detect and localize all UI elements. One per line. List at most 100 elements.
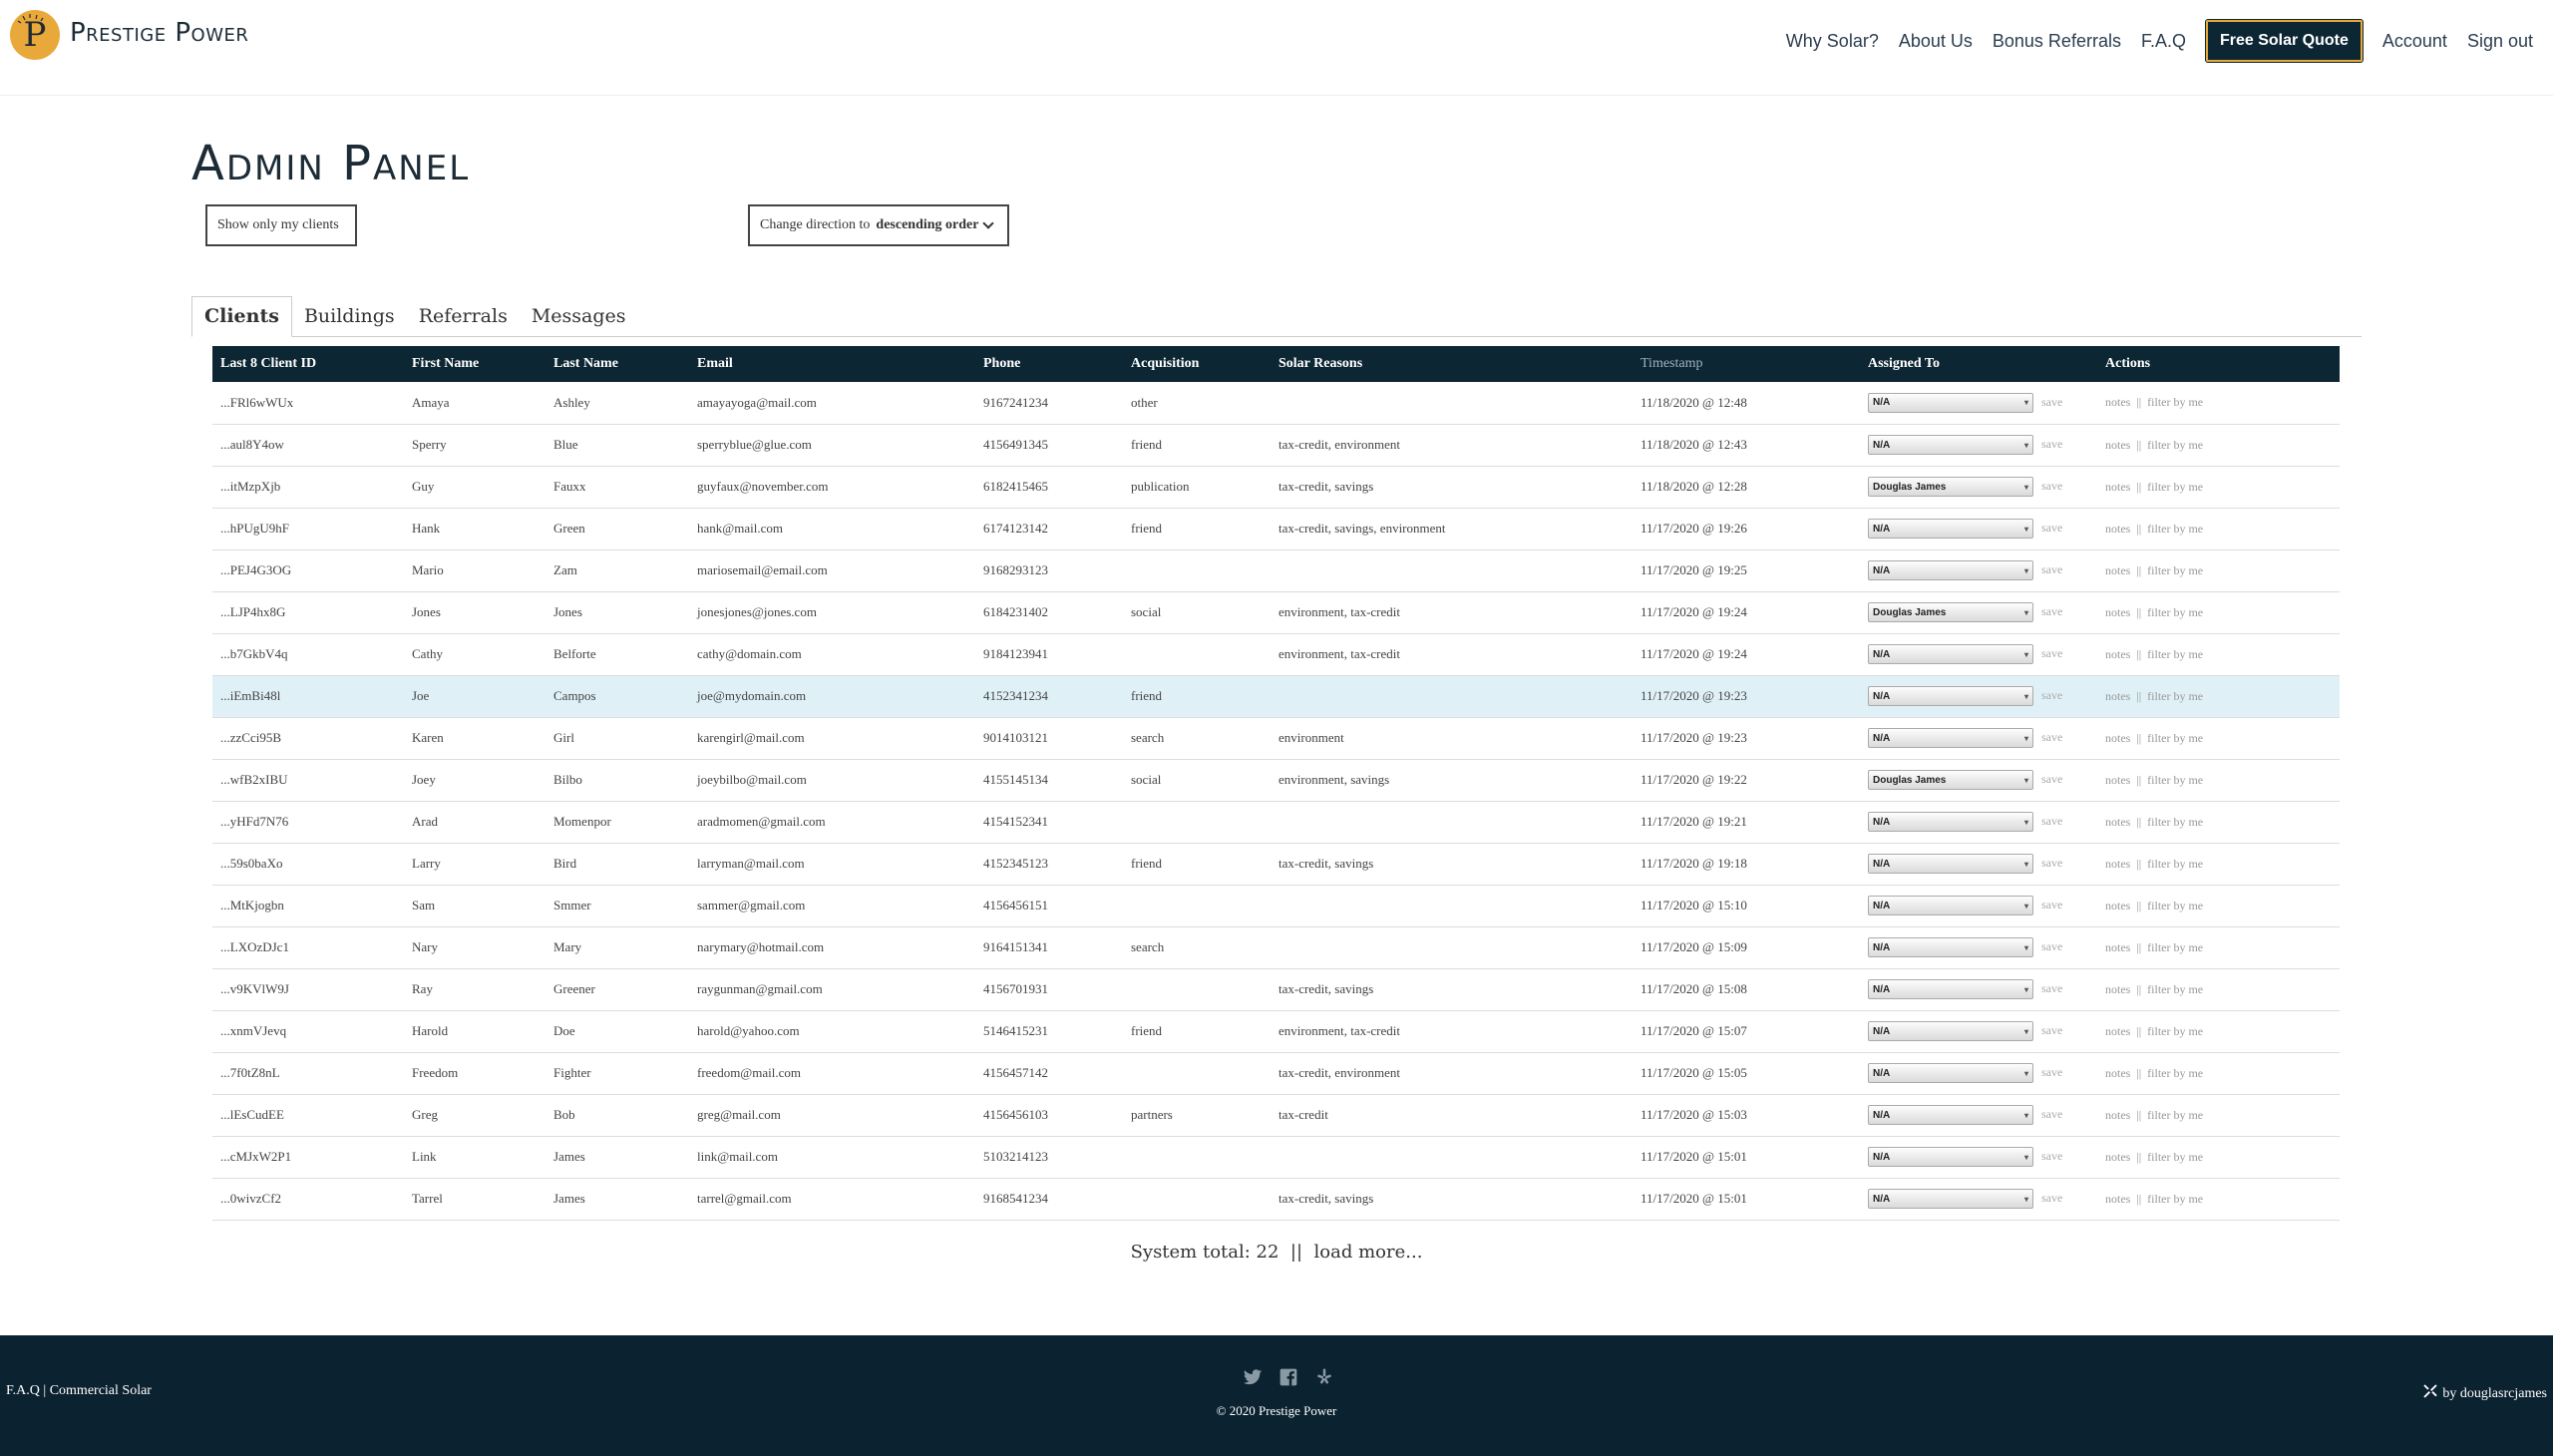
header-timestamp[interactable]: Timestamp (1633, 346, 1860, 382)
nav-sign-out[interactable]: Sign out (2467, 31, 2533, 52)
table-row[interactable]: ...zzCci95B Karen Girl karengirl@mail.com 90… (212, 717, 2340, 759)
save-button[interactable]: save (2041, 1023, 2062, 1037)
filter-by-me-link[interactable]: filter by me (2147, 605, 2203, 619)
save-button[interactable]: save (2041, 688, 2062, 702)
assigned-to-select[interactable]: N/A ▾ (1868, 1189, 2033, 1209)
table-row[interactable]: ...v9KVlW9J Ray Greener raygunman@gmail.com… (212, 968, 2340, 1010)
save-button[interactable]: save (2041, 1065, 2062, 1079)
save-button[interactable]: save (2041, 521, 2062, 535)
filter-by-me-link[interactable]: filter by me (2147, 1066, 2203, 1080)
table-row[interactable]: ...xnmVJevq Harold Doe harold@yahoo.com 5146… (212, 1010, 2340, 1052)
notes-link[interactable]: notes (2105, 857, 2130, 871)
notes-link[interactable]: notes (2105, 605, 2130, 619)
save-button[interactable]: save (2041, 730, 2062, 744)
notes-link[interactable]: notes (2105, 1066, 2130, 1080)
notes-link[interactable]: notes (2105, 689, 2130, 703)
save-button[interactable]: save (2041, 395, 2062, 409)
assigned-to-select[interactable]: N/A ▾ (1868, 979, 2033, 999)
notes-link[interactable]: notes (2105, 563, 2130, 577)
save-button[interactable]: save (2041, 437, 2062, 451)
notes-link[interactable]: notes (2105, 1108, 2130, 1122)
filter-by-me-link[interactable]: filter by me (2147, 1192, 2203, 1206)
filter-by-me-link[interactable]: filter by me (2147, 773, 2203, 787)
filter-by-me-link[interactable]: filter by me (2147, 438, 2203, 452)
filter-by-me-link[interactable]: filter by me (2147, 815, 2203, 829)
notes-link[interactable]: notes (2105, 982, 2130, 996)
assigned-to-select[interactable]: N/A ▾ (1868, 854, 2033, 874)
save-button[interactable]: save (2041, 981, 2062, 995)
assigned-to-select[interactable]: N/A ▾ (1868, 812, 2033, 832)
assigned-to-select[interactable]: N/A ▾ (1868, 560, 2033, 580)
save-button[interactable]: save (2041, 646, 2062, 660)
table-row[interactable]: ...iEmBi48l Joe Campos joe@mydomain.com 4152… (212, 675, 2340, 717)
nav-bonus-referrals[interactable]: Bonus Referrals (1993, 31, 2121, 52)
tab-buildings[interactable]: Buildings (292, 297, 407, 336)
notes-link[interactable]: notes (2105, 899, 2130, 912)
assigned-to-select[interactable]: Douglas James ▾ (1868, 602, 2033, 622)
nav-about-us[interactable]: About Us (1899, 31, 1973, 52)
save-button[interactable]: save (2041, 479, 2062, 493)
assigned-to-select[interactable]: N/A ▾ (1868, 1021, 2033, 1041)
footer-faq-link[interactable]: F.A.Q (6, 1383, 40, 1398)
filter-by-me-link[interactable]: filter by me (2147, 1150, 2203, 1164)
assigned-to-select[interactable]: N/A ▾ (1868, 392, 2033, 413)
table-row[interactable]: ...LJP4hx8G Jones Jones jonesjones@jones.co… (212, 591, 2340, 633)
save-button[interactable]: save (2041, 1191, 2062, 1205)
notes-link[interactable]: notes (2105, 522, 2130, 536)
brand-name[interactable]: Prestige Power (70, 18, 248, 48)
notes-link[interactable]: notes (2105, 773, 2130, 787)
change-direction-button[interactable]: Change direction to descending order (748, 204, 1009, 246)
nav-account[interactable]: Account (2382, 31, 2447, 52)
filter-by-me-link[interactable]: filter by me (2147, 522, 2203, 536)
filter-by-me-link[interactable]: filter by me (2147, 1108, 2203, 1122)
filter-by-me-link[interactable]: filter by me (2147, 857, 2203, 871)
table-row[interactable]: ...itMzpXjb Guy Fauxx guyfaux@november.com 6… (212, 466, 2340, 508)
assigned-to-select[interactable]: Douglas James ▾ (1868, 477, 2033, 497)
assigned-to-select[interactable]: N/A ▾ (1868, 519, 2033, 539)
filter-by-me-link[interactable]: filter by me (2147, 689, 2203, 703)
table-row[interactable]: ...lEsCudEE Greg Bob greg@mail.com 415645610… (212, 1094, 2340, 1136)
assigned-to-select[interactable]: N/A ▾ (1868, 896, 2033, 915)
table-row[interactable]: ...hPUgU9hF Hank Green hank@mail.com 6174123… (212, 508, 2340, 549)
table-row[interactable]: ...wfB2xIBU Joey Bilbo joeybilbo@mail.com 41… (212, 759, 2340, 801)
table-row[interactable]: ...0wivzCf2 Tarrel James tarrel@gmail.com 91… (212, 1178, 2340, 1220)
load-more-link[interactable]: load more... (1314, 1242, 1423, 1263)
table-row[interactable]: ...LXOzDJc1 Nary Mary narymary@hotmail.com 9… (212, 926, 2340, 968)
tab-referrals[interactable]: Referrals (407, 297, 520, 336)
assigned-to-select[interactable]: N/A ▾ (1868, 686, 2033, 706)
save-button[interactable]: save (2041, 939, 2062, 953)
save-button[interactable]: save (2041, 1107, 2062, 1121)
tab-clients[interactable]: Clients (191, 296, 292, 337)
yelp-icon[interactable] (1314, 1367, 1334, 1387)
save-button[interactable]: save (2041, 856, 2062, 870)
filter-by-me-link[interactable]: filter by me (2147, 563, 2203, 577)
notes-link[interactable]: notes (2105, 731, 2130, 745)
assigned-to-select[interactable]: N/A ▾ (1868, 644, 2033, 664)
show-my-clients-button[interactable]: Show only my clients (205, 204, 357, 246)
filter-by-me-link[interactable]: filter by me (2147, 731, 2203, 745)
assigned-to-select[interactable]: N/A ▾ (1868, 1063, 2033, 1083)
filter-by-me-link[interactable]: filter by me (2147, 899, 2203, 912)
filter-by-me-link[interactable]: filter by me (2147, 940, 2203, 954)
table-row[interactable]: ...PEJ4G3OG Mario Zam mariosemail@email.com… (212, 549, 2340, 591)
save-button[interactable]: save (2041, 1149, 2062, 1163)
brand-logo[interactable]: P (10, 10, 60, 60)
tab-messages[interactable]: Messages (520, 297, 638, 336)
notes-link[interactable]: notes (2105, 815, 2130, 829)
notes-link[interactable]: notes (2105, 1024, 2130, 1038)
table-row[interactable]: ...cMJxW2P1 Link James link@mail.com 5103214… (212, 1136, 2340, 1178)
assigned-to-select[interactable]: N/A ▾ (1868, 1105, 2033, 1125)
table-row[interactable]: ...FRl6wWUx Amaya Ashley amayayoga@mail.com… (212, 382, 2340, 424)
filter-by-me-link[interactable]: filter by me (2147, 1024, 2203, 1038)
assigned-to-select[interactable]: N/A ▾ (1868, 1147, 2033, 1167)
filter-by-me-link[interactable]: filter by me (2147, 480, 2203, 494)
footer-commercial-link[interactable]: Commercial Solar (50, 1383, 152, 1398)
save-button[interactable]: save (2041, 772, 2062, 786)
twitter-icon[interactable] (1243, 1367, 1263, 1387)
assigned-to-select[interactable]: N/A ▾ (1868, 435, 2033, 455)
table-row[interactable]: ...aul8Y4ow Sperry Blue sperryblue@glue.com… (212, 424, 2340, 466)
nav-free-solar-quote[interactable]: Free Solar Quote (2204, 19, 2364, 63)
nav-why-solar[interactable]: Why Solar? (1786, 31, 1879, 52)
table-row[interactable]: ...59s0baXo Larry Bird larryman@mail.com 415… (212, 843, 2340, 885)
filter-by-me-link[interactable]: filter by me (2147, 982, 2203, 996)
